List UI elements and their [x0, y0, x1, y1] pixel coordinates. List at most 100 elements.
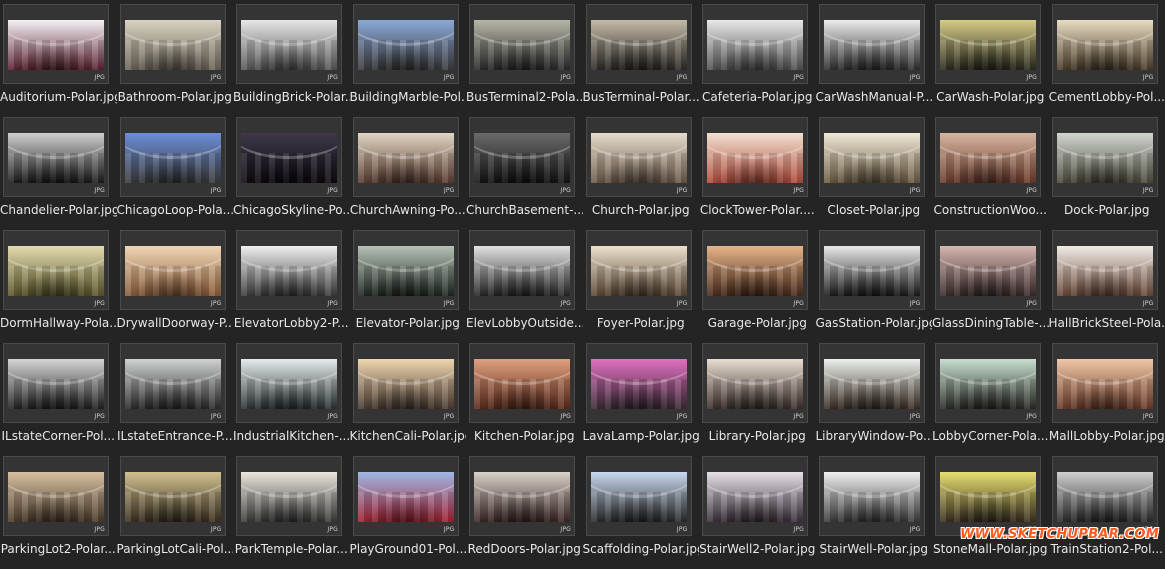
file-thumbnail-item[interactable]: JPGElevator-Polar.jpg — [350, 230, 467, 343]
thumbnail-floor-shape — [824, 153, 920, 183]
thumbnail-frame: JPG — [819, 4, 925, 84]
file-thumbnail-item[interactable]: JPGTrainStation2-Pol... — [1049, 456, 1165, 569]
file-thumbnail-item[interactable]: JPGMallLobby-Polar.jpg — [1049, 343, 1165, 456]
file-thumbnail-item[interactable]: JPGParkTemple-Polar... — [233, 456, 350, 569]
file-name-label: Chandelier-Polar.jpg — [0, 203, 117, 217]
thumbnail-frame: JPG — [586, 117, 692, 197]
file-type-badge: JPG — [910, 74, 921, 81]
file-thumbnail-item[interactable]: JPG ILstateCorner-Pol... — [0, 343, 117, 456]
file-thumbnail-item[interactable]: JPGGarage-Polar.jpg — [699, 230, 816, 343]
thumbnail-floor-shape — [8, 266, 104, 296]
file-thumbnail-item[interactable]: JPGBathroom-Polar.jpg — [117, 4, 234, 117]
thumbnail-image — [8, 359, 104, 409]
thumbnail-floor-shape — [125, 266, 221, 296]
file-thumbnail-item[interactable]: JPGILstateEntrance-P... — [117, 343, 234, 456]
file-thumbnail-item[interactable]: JPGStoneMall-Polar.jpg — [932, 456, 1049, 569]
thumbnail-image — [474, 133, 570, 183]
file-thumbnail-item[interactable]: JPGStairWell-Polar.jpg — [816, 456, 933, 569]
file-thumbnail-item[interactable]: JPGBuildingMarble-Pol... — [350, 4, 467, 117]
file-thumbnail-item[interactable]: JPGParkingLot2-Polar... — [0, 456, 117, 569]
thumbnail-frame: JPG — [469, 230, 575, 310]
thumbnail-floor-shape — [358, 266, 454, 296]
file-thumbnail-item[interactable]: JPGLibrary-Polar.jpg — [699, 343, 816, 456]
file-thumbnail-item[interactable]: JPGDormHallway-Pola... — [0, 230, 117, 343]
file-name-label: LavaLamp-Polar.jpg — [583, 429, 700, 443]
file-thumbnail-item[interactable]: JPGFoyer-Polar.jpg — [583, 230, 700, 343]
file-thumbnail-item[interactable]: JPGLibraryWindow-Po... — [816, 343, 933, 456]
thumbnail-floor-shape — [125, 492, 221, 522]
thumbnail-floor-shape — [241, 379, 337, 409]
thumbnail-frame: JPG — [1052, 343, 1158, 423]
thumbnail-floor-shape — [8, 379, 104, 409]
file-name-label: Foyer-Polar.jpg — [583, 316, 700, 330]
file-thumbnail-item[interactable]: JPGChurch-Polar.jpg — [583, 117, 700, 230]
file-thumbnail-item[interactable]: JPGParkingLotCali-Pol... — [117, 456, 234, 569]
file-thumbnail-item[interactable]: JPGCloset-Polar.jpg — [816, 117, 933, 230]
file-thumbnail-item[interactable]: JPGScaffolding-Polar.jpg — [583, 456, 700, 569]
thumbnail-image — [358, 472, 454, 522]
file-thumbnail-item[interactable]: JPGCarWash-Polar.jpg — [932, 4, 1049, 117]
file-thumbnail-item[interactable]: JPGGlassDiningTable-... — [932, 230, 1049, 343]
file-thumbnail-item[interactable]: JPGGasStation-Polar.jpg — [816, 230, 933, 343]
thumbnail-frame: JPG — [353, 117, 459, 197]
file-type-badge: JPG — [94, 413, 105, 420]
file-thumbnail-item[interactable]: JPGAuditorium-Polar.jpg — [0, 4, 117, 117]
file-thumbnail-item[interactable]: JPGCarWashManual-P... — [816, 4, 933, 117]
file-thumbnail-item[interactable]: JPGChicagoLoop-Pola... — [117, 117, 234, 230]
thumbnail-frame: JPG — [702, 4, 808, 84]
file-name-label: LobbyCorner-Pola... — [932, 429, 1049, 443]
file-thumbnail-item[interactable]: JPGPlayGround01-Pol... — [350, 456, 467, 569]
file-thumbnail-item[interactable]: JPGChurchBasement-... — [466, 117, 583, 230]
file-thumbnail-item[interactable]: JPGLavaLamp-Polar.jpg — [583, 343, 700, 456]
file-name-label: Scaffolding-Polar.jpg — [583, 542, 700, 556]
thumbnail-floor-shape — [824, 266, 920, 296]
thumbnail-image — [241, 20, 337, 70]
thumbnail-floor-shape — [1057, 40, 1153, 70]
file-type-badge: JPG — [910, 526, 921, 533]
thumbnail-image — [940, 20, 1036, 70]
file-thumbnail-item[interactable]: JPGLobbyCorner-Pola... — [932, 343, 1049, 456]
file-thumbnail-item[interactable]: JPGChicagoSkyline-Po... — [233, 117, 350, 230]
file-thumbnail-item[interactable]: JPGIndustrialKitchen-... — [233, 343, 350, 456]
file-thumbnail-item[interactable]: JPGBusTerminal2-Pola... — [466, 4, 583, 117]
file-thumbnail-item[interactable]: JPGBusTerminal-Polar... — [583, 4, 700, 117]
file-type-badge: JPG — [327, 74, 338, 81]
file-type-badge: JPG — [560, 187, 571, 194]
file-name-label: ILstateCorner-Pol... — [0, 429, 117, 443]
thumbnail-floor-shape — [591, 379, 687, 409]
file-type-badge: JPG — [327, 300, 338, 307]
file-name-label: Kitchen-Polar.jpg — [466, 429, 583, 443]
file-type-badge: JPG — [1143, 413, 1154, 420]
file-thumbnail-item[interactable]: JPGCementLobby-Pol... — [1049, 4, 1165, 117]
file-thumbnail-item[interactable]: JPGBuildingBrick-Polar... — [233, 4, 350, 117]
file-type-badge: JPG — [211, 187, 222, 194]
thumbnail-floor-shape — [707, 266, 803, 296]
file-name-label: ParkingLotCali-Pol... — [117, 542, 234, 556]
thumbnail-frame: JPG — [1052, 230, 1158, 310]
file-thumbnail-item[interactable]: JPGKitchen-Polar.jpg — [466, 343, 583, 456]
file-thumbnail-item[interactable]: JPGConstructionWoo... — [932, 117, 1049, 230]
file-thumbnail-item[interactable]: JPGRedDoors-Polar.jpg — [466, 456, 583, 569]
file-thumbnail-item[interactable]: JPGChurchAwning-Po... — [350, 117, 467, 230]
thumbnail-floor-shape — [707, 40, 803, 70]
file-thumbnail-item[interactable]: JPG Cafeteria-Polar.jpg — [699, 4, 816, 117]
file-thumbnail-item[interactable]: JPGChandelier-Polar.jpg — [0, 117, 117, 230]
file-name-label: BuildingMarble-Pol... — [350, 90, 467, 104]
file-thumbnail-item[interactable]: JPGDrywallDoorway-P... — [117, 230, 234, 343]
file-name-label: Cafeteria-Polar.jpg — [699, 90, 816, 104]
thumbnail-frame: JPG — [1052, 117, 1158, 197]
file-thumbnail-item[interactable]: JPGDock-Polar.jpg — [1049, 117, 1165, 230]
file-thumbnail-item[interactable]: JPGClockTower-Polar.... — [699, 117, 816, 230]
file-thumbnail-item[interactable]: JPGHallBrickSteel-Pola... — [1049, 230, 1165, 343]
file-thumbnail-item[interactable]: JPGElevatorLobby2-P... — [233, 230, 350, 343]
thumbnail-floor-shape — [707, 379, 803, 409]
file-thumbnail-item[interactable]: JPGStairWell2-Polar.jpg — [699, 456, 816, 569]
thumbnail-frame: JPG — [3, 456, 109, 536]
file-thumbnail-item[interactable]: JPGKitchenCali-Polar.jpg — [350, 343, 467, 456]
file-thumbnail-item[interactable]: JPGElevLobbyOutside... — [466, 230, 583, 343]
file-type-badge: JPG — [211, 74, 222, 81]
file-type-badge: JPG — [327, 526, 338, 533]
thumbnail-floor-shape — [707, 153, 803, 183]
file-name-label: PlayGround01-Pol... — [350, 542, 467, 556]
thumbnail-frame: JPG — [935, 456, 1041, 536]
